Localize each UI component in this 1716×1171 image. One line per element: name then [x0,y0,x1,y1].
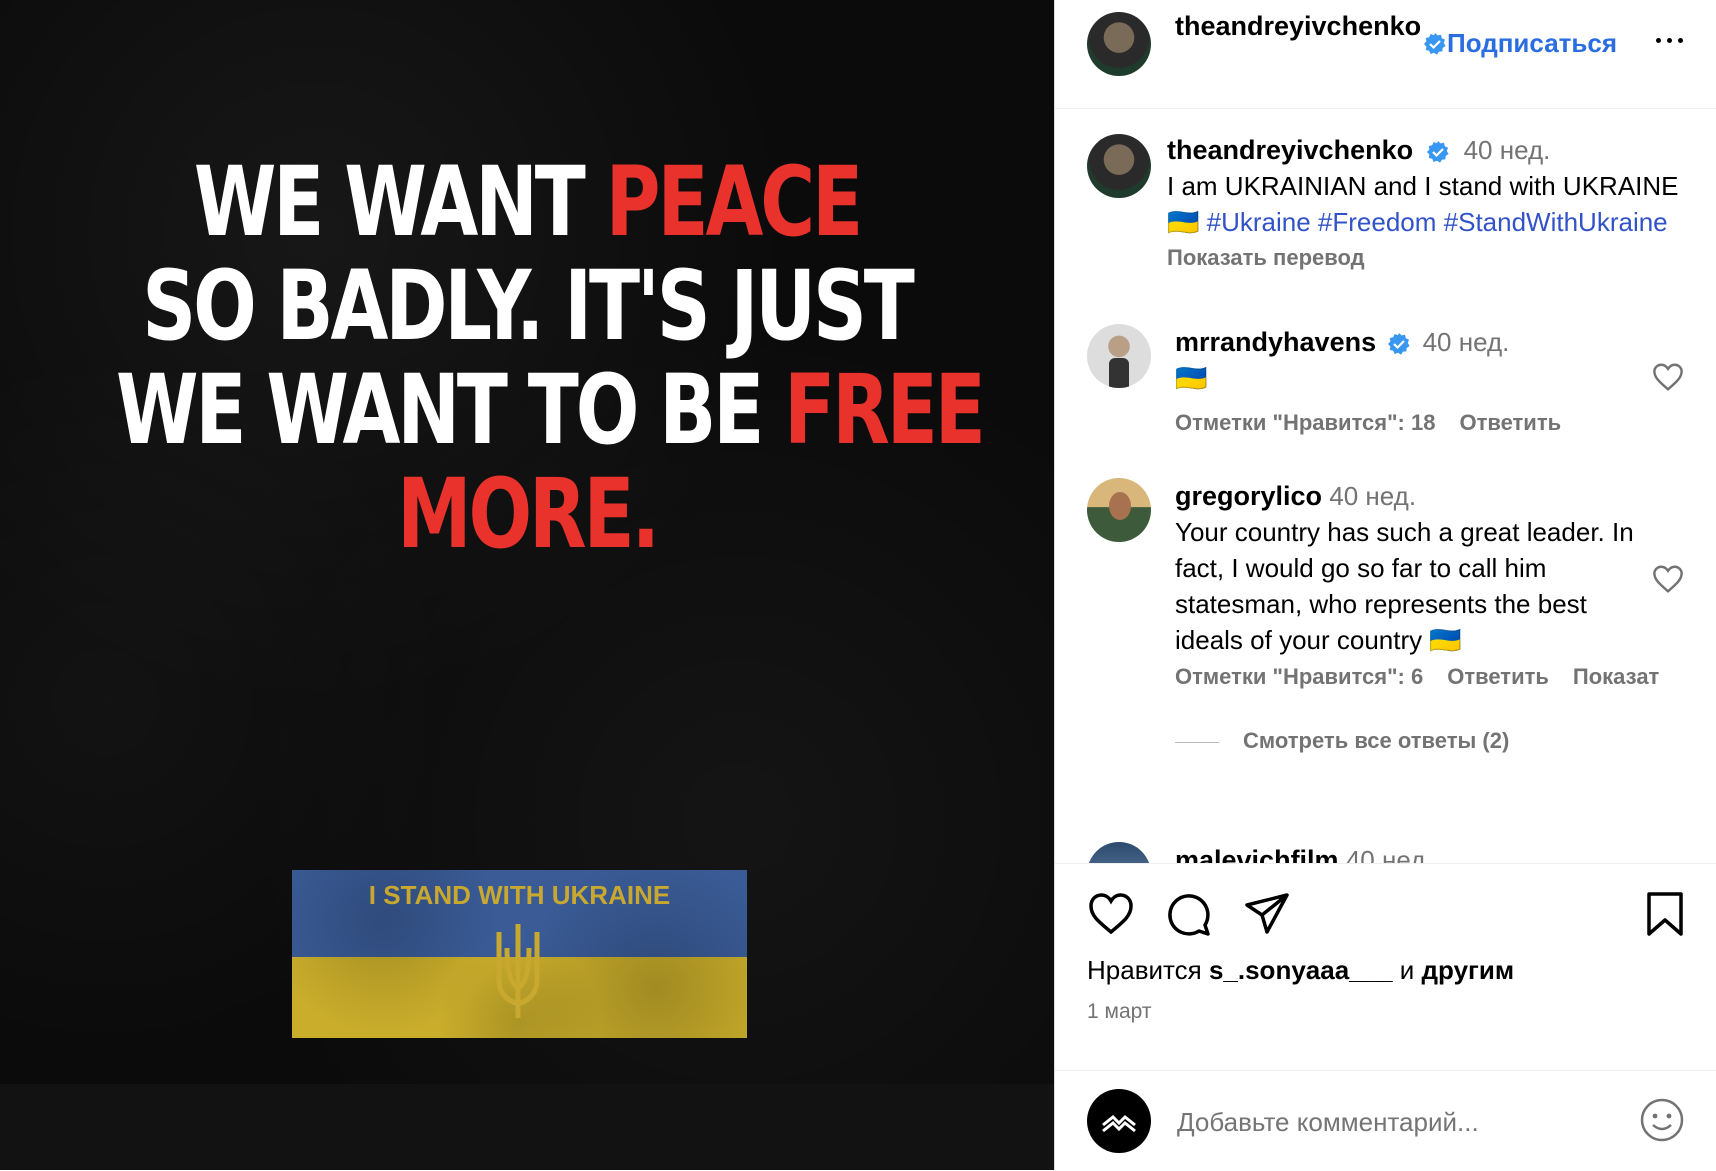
comment-time[interactable]: 40 нед. [1329,481,1416,511]
emoji-icon[interactable] [1639,1097,1685,1143]
trident-icon [496,924,540,1018]
save-bookmark-icon[interactable] [1641,890,1689,938]
likes-prefix: Нравится [1087,955,1209,985]
quote-line-2: SO BADLY. IT'S JUST [142,250,915,362]
actions-divider [1055,863,1716,865]
view-replies-link[interactable]: Смотреть все ответы (2) [1175,728,1509,754]
post-side-panel: theandreyivchenko Подписаться theandreyi… [1054,0,1716,1170]
comment-likes[interactable]: Отметки "Нравится": 18 [1175,410,1435,435]
author-avatar[interactable] [1087,12,1151,76]
comment-likes[interactable]: Отметки "Нравится": 6 [1175,664,1423,689]
likes-summary[interactable]: Нравится s_.sonyaaa___ и другим [1087,955,1514,986]
post-image[interactable]: WE WANT PEACE SO BADLY. IT'S JUST WE WAN… [0,0,1054,1170]
show-translation-link[interactable]: Показат [1573,664,1659,689]
reply-button[interactable]: Ответить [1459,410,1561,435]
show-translation-link[interactable]: Показать перевод [1167,240,1687,276]
caption-text: theandreyivchenko 40 нед. I am UKRAINIAN… [1167,132,1687,276]
like-icon[interactable] [1087,890,1135,938]
quote-line-3-white: WE WANT TO BE [115,354,785,466]
commenter-avatar[interactable] [1087,842,1151,863]
comment-text: mrrandyhavens 40 нед. 🇺🇦 [1175,324,1645,396]
comment-time[interactable]: 40 нед. [1346,845,1433,863]
quote-line-3: WE WANT TO BE FREE [116,358,986,462]
like-comment-icon[interactable] [1651,362,1685,392]
comment-meta: Отметки "Нравится": 6 Ответить Показат [1175,664,1683,690]
hashtag-standwithukraine[interactable]: #StandWithUkraine [1444,207,1668,237]
comment-username[interactable]: malevichfilm [1175,845,1339,863]
comment-time[interactable]: 40 нед. [1423,327,1510,357]
comments-section[interactable]: theandreyivchenko 40 нед. I am UKRAINIAN… [1055,108,1716,863]
caption-avatar[interactable] [1087,134,1151,198]
likes-user-link[interactable]: s_.sonyaaa___ [1209,955,1393,985]
add-comment-bar [1055,1070,1716,1171]
quote-line-1-white: WE WANT [193,146,606,258]
quote-line-3-red: FREE [784,354,986,466]
hashtag-ukraine[interactable]: #Ukraine [1207,207,1311,237]
comment-icon[interactable] [1165,890,1213,938]
replies-dash [1175,741,1219,743]
comment-text: malevichfilm 40 нед. [1175,842,1645,863]
follow-button[interactable]: Подписаться [1447,28,1617,59]
banner-text: I STAND WITH UKRAINE [368,880,671,910]
verified-badge-icon [1424,33,1446,55]
post-header: theandreyivchenko Подписаться [1055,0,1716,109]
comment-username[interactable]: mrrandyhavens [1175,327,1376,357]
reply-button[interactable]: Ответить [1447,664,1549,689]
commenter-avatar[interactable] [1087,324,1151,388]
caption-time[interactable]: 40 нед. [1464,135,1551,165]
quote-text: WE WANT PEACE SO BADLY. IT'S JUST WE WAN… [116,150,986,570]
verified-badge-icon [1388,333,1410,355]
likes-others-link[interactable]: другим [1422,955,1515,985]
comment-body: 🇺🇦 [1175,363,1208,393]
comment-username[interactable]: gregorylico [1175,481,1322,511]
comment-text: gregorylico 40 нед. Your country has suc… [1175,478,1645,658]
comment-input[interactable] [1175,1101,1619,1143]
likes-and: и [1392,955,1422,985]
comment-meta: Отметки "Нравится": 18 Ответить [1175,410,1585,436]
current-user-avatar[interactable] [1087,1089,1151,1153]
hashtag-freedom[interactable]: #Freedom [1318,207,1437,237]
quote-line-4: MORE. [397,458,660,570]
share-icon[interactable] [1243,890,1291,938]
like-comment-icon[interactable] [1651,564,1685,594]
quote-line-1: WE WANT PEACE [116,150,938,254]
image-bottom-bar [0,1084,1054,1170]
user-logo-icon [1102,1114,1136,1133]
caption-username[interactable]: theandreyivchenko [1167,135,1413,165]
more-options-icon[interactable] [1653,30,1689,54]
comment-body: Your country has such a great leader. In… [1175,517,1634,655]
header-username[interactable]: theandreyivchenko [1175,8,1423,44]
verified-badge-icon [1427,141,1449,163]
commenter-avatar[interactable] [1087,478,1151,542]
view-replies-label[interactable]: Смотреть все ответы (2) [1243,728,1509,753]
post-date[interactable]: 1 март [1087,1000,1151,1024]
ukraine-flag-banner: I STAND WITH UKRAINE [292,870,747,1038]
quote-line-1-red: PEACE [605,146,864,258]
